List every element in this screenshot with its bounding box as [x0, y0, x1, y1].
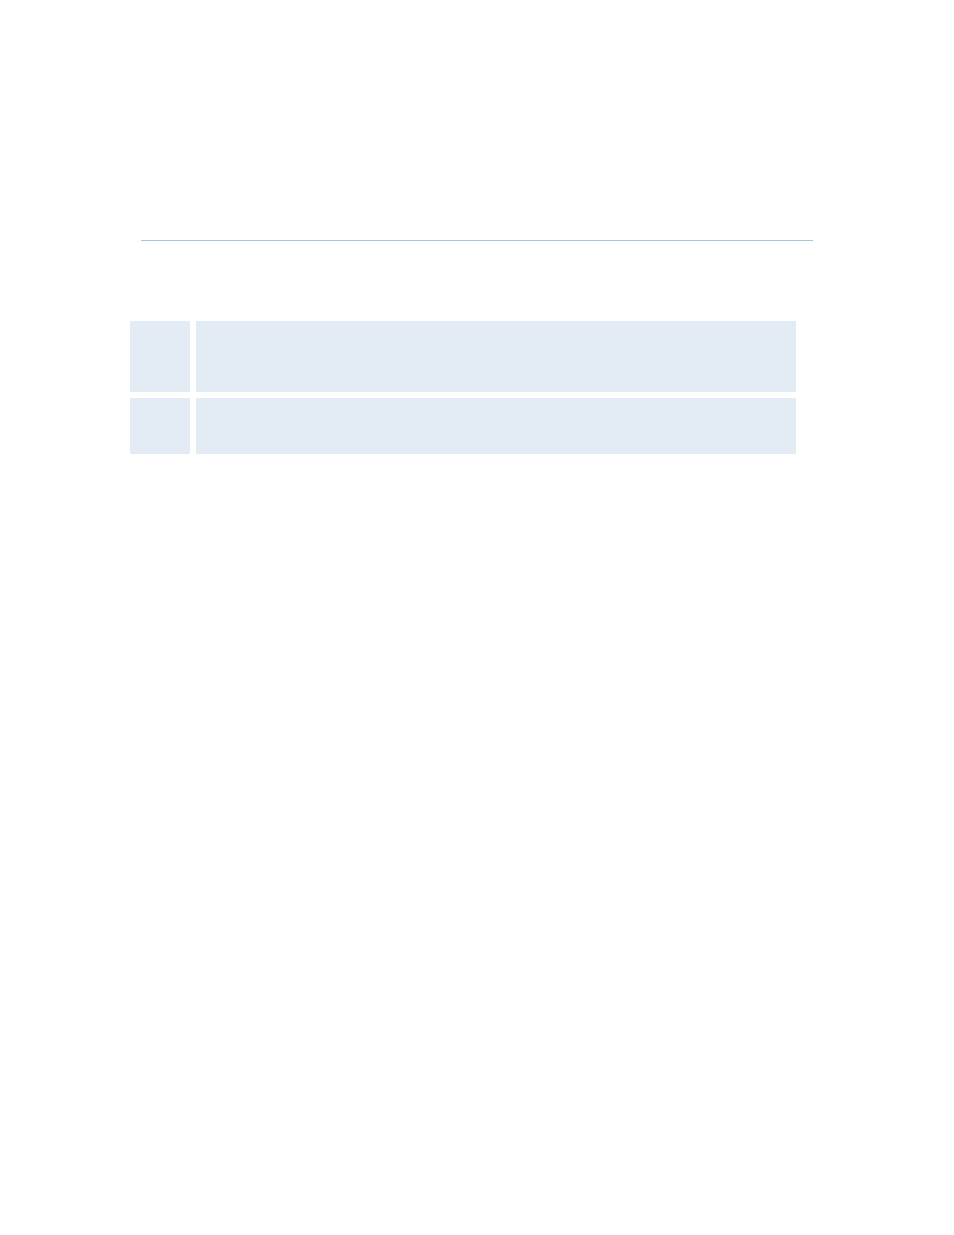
table-cell-left	[130, 398, 190, 454]
horizontal-divider	[141, 240, 813, 241]
table-cell-left	[130, 321, 190, 392]
table-cell-right	[196, 321, 796, 392]
table-row	[130, 321, 796, 392]
table-cell-right	[196, 398, 796, 454]
table-row	[130, 398, 796, 454]
